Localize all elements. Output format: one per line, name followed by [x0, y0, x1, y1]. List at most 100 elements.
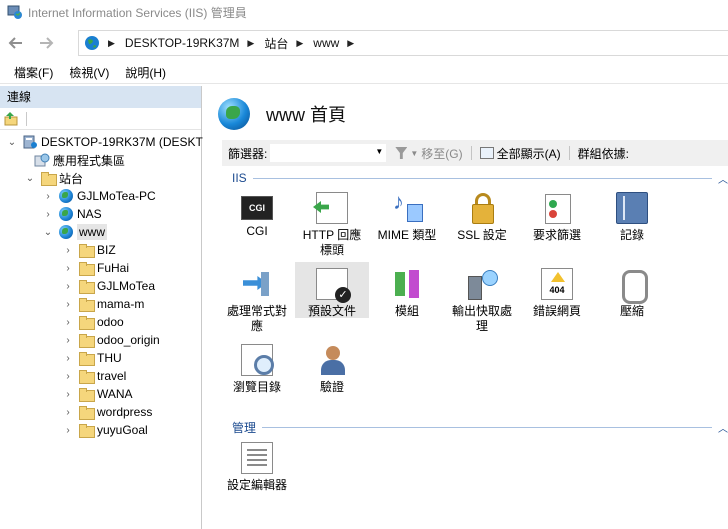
tree-label: yuyuGoal — [97, 423, 148, 437]
collapse-caret-icon[interactable]: ︿ — [718, 171, 728, 186]
feature-configuration-editor[interactable]: 設定編輯器 — [220, 436, 294, 493]
chevron-right-icon[interactable]: ▶ — [347, 38, 354, 49]
features-pane: www 首頁 篩選器: ▼ ▼ 移至(G) 全部顯示(A) 群組依據: IIS … — [208, 86, 728, 529]
iis-app-icon — [7, 4, 23, 20]
filter-bar: 篩選器: ▼ ▼ 移至(G) 全部顯示(A) 群組依據: — [222, 140, 728, 166]
feature-output-caching[interactable]: 輸出快取處理 — [445, 262, 519, 334]
tree-node-sites[interactable]: ⌄ 站台 — [24, 169, 83, 187]
tree-node-folder[interactable]: › GJLMoTea — [62, 277, 155, 295]
feature-modules[interactable]: 模組 — [370, 262, 444, 319]
tree-node-folder[interactable]: › THU — [62, 349, 122, 367]
feature-compression[interactable]: 壓縮 — [595, 262, 669, 319]
feature-handler-mappings[interactable]: 處理常式對應 — [220, 262, 294, 334]
collapse-chevron-icon[interactable]: ⌄ — [6, 137, 18, 148]
expand-chevron-icon[interactable]: › — [62, 389, 74, 400]
folder-icon — [78, 350, 95, 366]
breadcrumb-server[interactable]: DESKTOP-19RK37M — [125, 36, 240, 50]
expand-chevron-icon[interactable]: › — [62, 317, 74, 328]
feature-default-document[interactable]: 預設文件 — [295, 262, 369, 318]
expand-chevron-icon[interactable]: › — [62, 245, 74, 256]
feature-authentication[interactable]: 驗證 — [295, 338, 369, 395]
group-divider — [262, 426, 712, 428]
menu-file[interactable]: 檔案(F) — [6, 64, 61, 81]
feature-error-pages[interactable]: 錯誤網頁 — [520, 262, 594, 319]
breadcrumb-www[interactable]: www — [313, 36, 339, 50]
tree-label: WANA — [97, 387, 133, 401]
tree-node-app-pools[interactable]: 應用程式集區 — [30, 151, 125, 169]
feature-directory-browsing[interactable]: 瀏覽目錄 — [220, 338, 294, 395]
error-pages-icon — [541, 268, 573, 300]
expand-chevron-icon[interactable]: › — [62, 407, 74, 418]
collapse-chevron-icon[interactable]: ⌄ — [42, 227, 54, 238]
group-header-iis[interactable]: IIS ︿ — [232, 170, 728, 186]
expand-chevron-icon[interactable]: › — [62, 425, 74, 436]
expand-chevron-icon[interactable]: › — [62, 335, 74, 346]
tree-node-folder[interactable]: › yuyuGoal — [62, 421, 148, 439]
filter-input[interactable]: ▼ — [269, 143, 388, 163]
page-title: www 首頁 — [266, 105, 346, 125]
window-title: Internet Information Services (IIS) 管理員 — [28, 5, 247, 20]
connections-toolbar — [0, 108, 201, 130]
server-icon — [22, 134, 38, 150]
tree-node-folder[interactable]: › odoo_origin — [62, 331, 160, 349]
chevron-right-icon[interactable]: ▶ — [247, 38, 254, 49]
expand-chevron-icon[interactable]: › — [62, 263, 74, 274]
ssl-lock-icon — [466, 192, 498, 224]
go-button[interactable]: ▼ 移至(G) — [395, 145, 463, 162]
forward-arrow-icon[interactable] — [36, 33, 56, 53]
logging-icon — [616, 192, 648, 224]
dropdown-arrow-icon[interactable]: ▼ — [375, 147, 383, 156]
back-arrow-icon[interactable] — [6, 33, 26, 53]
expand-chevron-icon[interactable]: › — [42, 209, 54, 220]
tree-node-site-www[interactable]: ⌄ www — [42, 223, 107, 241]
tree-label: NAS — [77, 207, 102, 221]
feature-label: 驗證 — [319, 380, 344, 394]
feature-cgi[interactable]: CGI CGI — [220, 186, 294, 239]
group-header-management[interactable]: 管理 ︿ — [232, 419, 728, 435]
feature-label: 預設文件 — [307, 304, 356, 318]
tree-node-folder[interactable]: › wordpress — [62, 403, 152, 421]
mime-types-icon — [391, 192, 423, 224]
menu-view[interactable]: 檢視(V) — [61, 64, 117, 81]
expand-chevron-icon[interactable]: › — [62, 353, 74, 364]
tree-node-folder[interactable]: › WANA — [62, 385, 133, 403]
expand-chevron-icon[interactable]: › — [62, 281, 74, 292]
tree-label: odoo_origin — [97, 333, 160, 347]
address-breadcrumb[interactable]: ▶ DESKTOP-19RK37M ▶ 站台 ▶ www ▶ — [78, 30, 728, 56]
tree-label: DESKTOP-19RK37M (DESKT — [41, 135, 203, 149]
group-by-label: 群組依據: — [577, 146, 629, 161]
expand-chevron-icon[interactable]: › — [62, 299, 74, 310]
tree-node-site-nas[interactable]: › NAS — [42, 205, 102, 223]
tree-node-site-gjlmotea-pc[interactable]: › GJLMoTea-PC — [42, 187, 156, 205]
breadcrumb-sites[interactable]: 站台 — [264, 35, 288, 52]
tree-node-folder[interactable]: › mama-m — [62, 295, 144, 313]
collapse-caret-icon[interactable]: ︿ — [718, 420, 728, 435]
tree-label: odoo — [97, 315, 124, 329]
feature-logging[interactable]: 記錄 — [595, 186, 669, 243]
compression-icon — [616, 268, 648, 304]
collapse-chevron-icon[interactable]: ⌄ — [24, 173, 36, 184]
expand-chevron-icon[interactable]: › — [42, 191, 54, 202]
folder-icon — [78, 278, 95, 294]
expand-chevron-icon[interactable]: › — [62, 371, 74, 382]
tree-node-server[interactable]: ⌄ DESKTOP-19RK37M (DESKT — [6, 133, 203, 151]
show-all-button[interactable]: 全部顯示(A) — [479, 145, 561, 162]
feature-mime-types[interactable]: MIME 類型 — [370, 186, 444, 243]
tree-node-folder[interactable]: › travel — [62, 367, 126, 385]
feature-label: 壓縮 — [619, 304, 644, 318]
tree-node-folder[interactable]: › odoo — [62, 313, 124, 331]
dropdown-arrow-icon: ▼ — [410, 148, 419, 158]
tree-node-folder[interactable]: › FuHai — [62, 259, 129, 277]
tree-label: THU — [97, 351, 122, 365]
chevron-right-icon[interactable]: ▶ — [108, 38, 115, 49]
feature-request-filtering[interactable]: 要求篩選 — [520, 186, 594, 243]
menu-help[interactable]: 說明(H) — [117, 64, 174, 81]
connect-icon[interactable] — [4, 111, 20, 127]
filter-label: 篩選器: — [228, 146, 268, 161]
feature-label: SSL 設定 — [457, 228, 507, 242]
feature-ssl[interactable]: SSL 設定 — [445, 186, 519, 243]
tree-node-folder[interactable]: › BIZ — [62, 241, 116, 259]
folder-icon — [78, 296, 95, 312]
feature-http-headers[interactable]: HTTP 回應標頭 — [295, 186, 369, 258]
chevron-right-icon[interactable]: ▶ — [296, 38, 303, 49]
